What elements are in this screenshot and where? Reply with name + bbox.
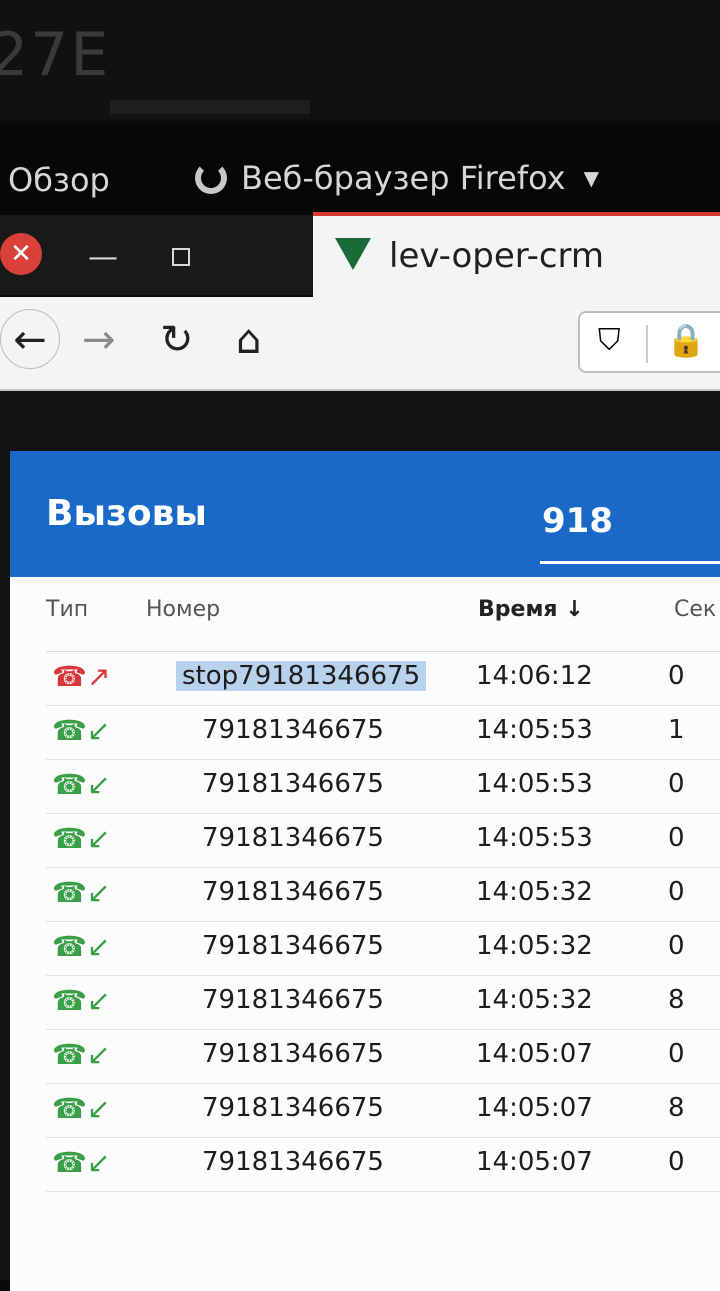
row-time: 14:06:12 [476,661,593,691]
url-bar-separator [646,325,648,363]
arrow-left-icon: ← [13,317,47,363]
row-number: 79181346675 [202,1039,384,1069]
browser-tab[interactable]: lev-oper-crm [313,212,720,298]
table-row[interactable]: ☎↙ 79181346675 14:05:07 0 [46,1139,720,1192]
close-icon: ✕ [10,239,32,269]
row-number: 79181346675 [202,985,384,1015]
app-menu-label: Веб-браузер Firefox [241,159,566,197]
row-number: 79181346675 [202,1147,384,1177]
shield-icon[interactable]: ⛉ [598,323,621,358]
row-number: 79181346675 [202,823,384,853]
counter-underline [540,561,720,564]
incoming-call-icon: ☎↙ [52,1092,111,1125]
minimize-window-button[interactable]: — [88,240,118,275]
row-number: 79181346675 [202,931,384,961]
arrow-right-icon: → [82,317,116,363]
calls-counter[interactable]: 918 [542,501,613,541]
row-number: 79181346675 [202,877,384,907]
incoming-call-icon: ☎↙ [52,768,111,801]
incoming-call-icon: ☎↙ [52,984,111,1017]
incoming-call-icon: ☎↙ [52,930,111,963]
row-seconds: 0 [668,661,685,691]
desktop-bar [110,100,310,114]
column-header-type: Тип [46,597,89,622]
incoming-call-icon: ☎↙ [52,1146,111,1179]
reload-icon: ↻ [160,317,194,363]
desktop-background-text: 27E [0,20,111,90]
row-seconds: 0 [668,1039,685,1069]
row-seconds: 1 [668,715,685,745]
reload-button[interactable]: ↻ [160,317,194,363]
row-seconds: 0 [668,823,685,853]
row-time: 14:05:32 [476,985,593,1015]
column-header-time-label: Время [478,597,558,622]
navigation-toolbar: ← → ↻ ⌂ ⛉ 🔒 [0,297,720,391]
row-time: 14:05:07 [476,1039,593,1069]
home-button[interactable]: ⌂ [236,317,261,363]
row-number: 79181346675 [202,1093,384,1123]
row-time: 14:05:53 [476,715,593,745]
maximize-window-button[interactable] [172,248,190,266]
close-window-button[interactable]: ✕ [0,233,42,275]
row-time: 14:05:32 [476,931,593,961]
table-row[interactable]: ☎↙ 79181346675 14:05:53 0 [46,815,720,868]
incoming-call-icon: ☎↙ [52,876,111,909]
row-number[interactable]: stop79181346675 [176,661,427,691]
row-seconds: 0 [668,769,685,799]
row-time: 14:05:53 [476,769,593,799]
column-header-seconds: Сек [674,597,717,622]
row-number: 79181346675 [202,769,384,799]
table-row[interactable]: ☎↙ 79181346675 14:05:53 0 [46,761,720,814]
row-time: 14:05:07 [476,1093,593,1123]
site-favicon-icon [335,238,371,270]
table-row[interactable]: ☎↗ stop79181346675 14:06:12 0 [46,653,720,706]
row-seconds: 8 [668,985,685,1015]
row-time: 14:05:32 [476,877,593,907]
outgoing-call-icon: ☎↗ [52,660,111,693]
lock-icon[interactable]: 🔒 [666,321,706,359]
forward-button[interactable]: → [82,317,116,363]
incoming-call-icon: ☎↙ [52,714,111,747]
calls-card-header: Вызовы 918 [10,451,720,577]
row-number: 79181346675 [202,715,384,745]
url-bar[interactable]: ⛉ 🔒 [578,311,720,373]
sort-arrow-down-icon: ↓ [565,597,584,622]
firefox-icon [195,162,227,194]
table-row[interactable]: ☎↙ 79181346675 14:05:32 8 [46,977,720,1030]
table-row[interactable]: ☎↙ 79181346675 14:05:53 1 [46,707,720,760]
column-header-number: Номер [146,597,221,622]
incoming-call-icon: ☎↙ [52,1038,111,1071]
system-top-bar: Обзор Веб-браузер Firefox ▼ [0,125,720,215]
header-divider [46,651,720,652]
table-row[interactable]: ☎↙ 79181346675 14:05:07 8 [46,1085,720,1138]
row-seconds: 0 [668,877,685,907]
column-header-time[interactable]: Время ↓ [478,597,584,622]
table-row[interactable]: ☎↙ 79181346675 14:05:32 0 [46,869,720,922]
home-icon: ⌂ [236,317,262,363]
caret-down-icon: ▼ [583,166,599,190]
app-menu[interactable]: Веб-браузер Firefox ▼ [195,159,599,197]
row-time: 14:05:07 [476,1147,593,1177]
calls-title: Вызовы [46,493,207,534]
calls-card: Вызовы 918 Тип Номер Время ↓ Сек ☎↗ stop… [10,451,720,1291]
row-seconds: 0 [668,931,685,961]
table-row[interactable]: ☎↙ 79181346675 14:05:32 0 [46,923,720,976]
row-seconds: 8 [668,1093,685,1123]
desktop-background: 27E [0,0,720,120]
table-row[interactable]: ☎↙ 79181346675 14:05:07 0 [46,1031,720,1084]
back-button[interactable]: ← [0,309,60,369]
tab-title: lev-oper-crm [389,236,605,276]
incoming-call-icon: ☎↙ [52,822,111,855]
row-seconds: 0 [668,1147,685,1177]
row-time: 14:05:53 [476,823,593,853]
overview-button[interactable]: Обзор [8,161,110,199]
